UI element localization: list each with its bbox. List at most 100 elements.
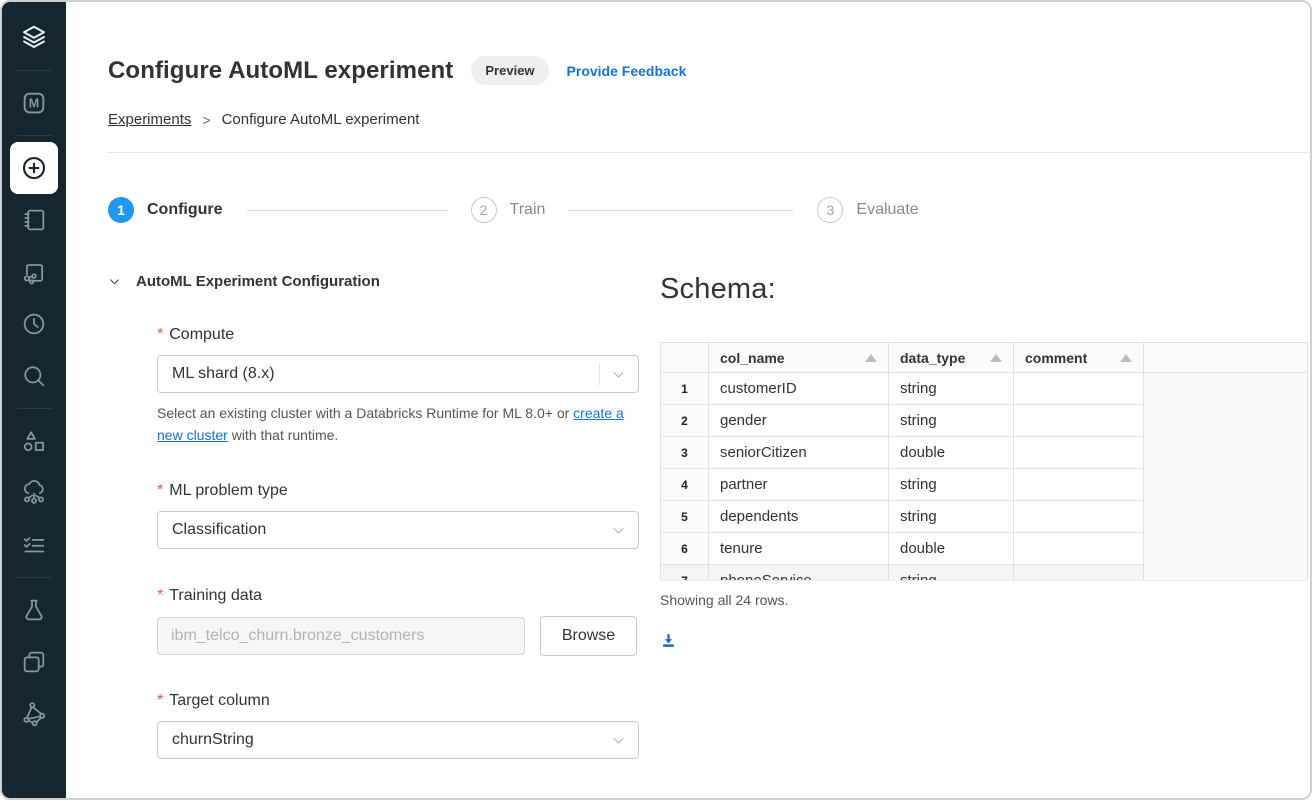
chevron-down-icon	[611, 523, 626, 538]
schema-heading: Schema:	[660, 273, 1308, 306]
step-train: 2 Train	[471, 197, 546, 223]
cell-data-type: string	[889, 501, 1014, 533]
svg-text:M: M	[29, 97, 39, 111]
table-header-comment[interactable]: comment	[1014, 343, 1144, 373]
repos-icon	[20, 258, 48, 286]
step-configure: 1 Configure	[108, 197, 223, 223]
row-index: 1	[661, 373, 709, 405]
schema-table-container: col_name data_type comment	[660, 342, 1308, 581]
breadcrumb-separator: >	[202, 112, 210, 128]
row-index: 3	[661, 437, 709, 469]
required-marker: *	[157, 692, 163, 709]
stepper: 1 Configure 2 Train 3 Evaluate	[108, 197, 1310, 223]
breadcrumb: Experiments > Configure AutoML experimen…	[108, 111, 1310, 128]
compute-label: *Compute	[157, 326, 639, 344]
training-data-label: *Training data	[157, 587, 639, 605]
step-evaluate: 3 Evaluate	[817, 197, 918, 223]
step-circle: 1	[108, 197, 134, 223]
step-label: Train	[510, 201, 546, 219]
training-data-input[interactable]	[157, 617, 525, 655]
sidebar-divider	[17, 135, 51, 136]
chevron-down-icon	[611, 733, 626, 748]
sidebar-item-ml-persona[interactable]: M	[10, 77, 58, 129]
step-circle: 3	[817, 197, 843, 223]
sidebar-item-data[interactable]	[10, 415, 58, 467]
schema-table: col_name data_type comment	[660, 342, 1308, 581]
sidebar-item-experiments[interactable]	[10, 584, 58, 636]
cell-data-type: string	[889, 373, 1014, 405]
row-index: 5	[661, 501, 709, 533]
schema-panel: Schema: col_name data_type	[660, 273, 1310, 759]
preview-badge: Preview	[471, 56, 548, 85]
cell-col-name: tenure	[709, 533, 889, 565]
row-index: 4	[661, 469, 709, 501]
sidebar-divider	[17, 408, 51, 409]
table-filler-column	[1144, 373, 1308, 582]
cell-comment	[1014, 437, 1144, 469]
chevron-down-icon	[611, 367, 626, 382]
sidebar-item-repos[interactable]	[10, 246, 58, 298]
breadcrumb-current: Configure AutoML experiment	[222, 111, 420, 128]
config-section-toggle[interactable]: AutoML Experiment Configuration	[108, 273, 640, 290]
sidebar-item-create[interactable]	[10, 142, 58, 194]
sidebar-item-recents[interactable]	[10, 298, 58, 350]
row-index: 2	[661, 405, 709, 437]
cell-col-name: dependents	[709, 501, 889, 533]
table-header-col-name[interactable]: col_name	[709, 343, 889, 373]
table-row: 1 customerID string	[661, 373, 1308, 405]
main-content: Configure AutoML experiment Preview Prov…	[66, 2, 1310, 798]
problem-type-select-value: Classification	[172, 521, 611, 539]
cell-col-name: customerID	[709, 373, 889, 405]
cell-comment	[1014, 405, 1144, 437]
sort-icon[interactable]	[865, 354, 877, 362]
table-header-filler	[1144, 343, 1308, 373]
cell-data-type: string	[889, 405, 1014, 437]
cell-comment	[1014, 469, 1144, 501]
cell-data-type: string	[889, 565, 1014, 582]
cell-col-name: seniorCitizen	[709, 437, 889, 469]
required-marker: *	[157, 326, 163, 343]
table-header-row: col_name data_type comment	[661, 343, 1308, 373]
experiments-flask-icon	[20, 596, 48, 624]
sort-icon[interactable]	[990, 354, 1002, 362]
cell-comment	[1014, 533, 1144, 565]
sort-icon[interactable]	[1120, 354, 1132, 362]
compute-select-value: ML shard (8.x)	[172, 365, 599, 383]
cell-col-name: phoneService	[709, 565, 889, 582]
breadcrumb-experiments-link[interactable]: Experiments	[108, 111, 191, 128]
sidebar-divider	[17, 577, 51, 578]
browse-button[interactable]: Browse	[540, 616, 637, 656]
sidebar-item-search[interactable]	[10, 350, 58, 402]
serving-graph-icon	[20, 700, 48, 728]
page-title: Configure AutoML experiment	[108, 57, 453, 85]
config-form: AutoML Experiment Configuration *Compute…	[108, 273, 640, 759]
jobs-checklist-icon	[20, 531, 48, 559]
search-icon	[20, 362, 48, 390]
problem-type-select[interactable]: Classification	[157, 511, 639, 549]
notebook-icon	[20, 206, 48, 234]
data-shapes-icon	[20, 427, 48, 455]
select-divider	[599, 363, 600, 385]
table-row-count: Showing all 24 rows.	[660, 592, 1308, 608]
target-column-select[interactable]: churnString	[157, 721, 639, 759]
download-button[interactable]	[660, 632, 677, 654]
header-divider	[108, 152, 1310, 153]
compute-cloud-icon	[20, 479, 48, 507]
sidebar-item-serving[interactable]	[10, 688, 58, 740]
sidebar-item-models[interactable]	[10, 636, 58, 688]
compute-select[interactable]: ML shard (8.x)	[157, 355, 639, 393]
clock-icon	[20, 310, 48, 338]
row-index: 6	[661, 533, 709, 565]
sidebar: M	[2, 2, 66, 798]
sidebar-item-notebook[interactable]	[10, 194, 58, 246]
provide-feedback-link[interactable]: Provide Feedback	[567, 63, 687, 79]
target-column-select-value: churnString	[172, 731, 611, 749]
table-header-data-type[interactable]: data_type	[889, 343, 1014, 373]
page-header: Configure AutoML experiment Preview Prov…	[108, 56, 1310, 85]
databricks-logo-icon[interactable]	[10, 12, 58, 64]
sidebar-item-compute[interactable]	[10, 467, 58, 519]
target-column-label: *Target column	[157, 692, 639, 710]
cell-data-type: double	[889, 533, 1014, 565]
compute-helper-text: Select an existing cluster with a Databr…	[157, 402, 643, 446]
sidebar-item-jobs[interactable]	[10, 519, 58, 571]
